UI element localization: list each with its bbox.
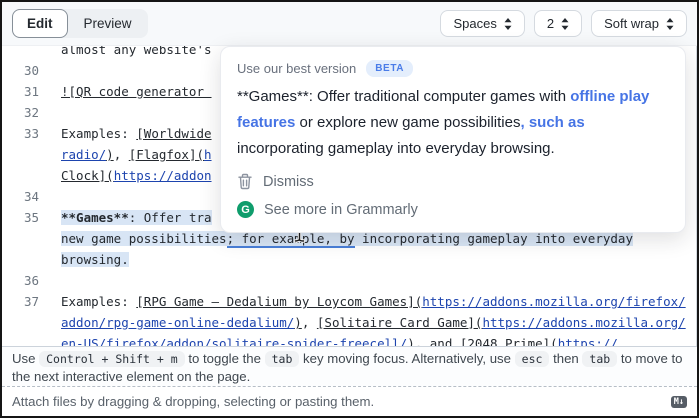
line-content xyxy=(46,270,61,291)
trash-icon xyxy=(237,173,253,190)
line-content: ![QR code generator xyxy=(46,81,212,102)
line-number xyxy=(2,228,46,249)
editor-line[interactable]: 37Examples: [RPG Game – Dedalium by Loyc… xyxy=(2,291,696,312)
wrap-mode-value: Soft wrap xyxy=(604,16,659,31)
line-number xyxy=(2,165,46,186)
line-content: Examples: [RPG Game – Dedalium by Loycom… xyxy=(46,291,686,312)
kbd-chip: Control + Shift + m xyxy=(39,351,185,367)
line-content: browsing. xyxy=(46,249,129,270)
dismiss-button[interactable]: Dismiss xyxy=(237,173,669,190)
markdown-editor-window: Edit Preview Spaces 2 Soft wrap almost a… xyxy=(0,0,699,418)
line-number: 33 xyxy=(2,123,46,144)
line-number xyxy=(2,46,46,60)
line-number xyxy=(2,144,46,165)
grammarly-suggestion-popup: Use our best version BETA **Games**: Off… xyxy=(220,46,686,233)
popup-header: Use our best version BETA xyxy=(237,60,669,77)
accessibility-hint-text: Use Control + Shift + m to toggle the ta… xyxy=(12,350,687,386)
editor-toolbar: Edit Preview Spaces 2 Soft wrap xyxy=(2,2,697,46)
editor-settings: Spaces 2 Soft wrap xyxy=(440,10,687,37)
line-content: en-US/firefox/addon/solitaire-spider-fre… xyxy=(46,333,618,346)
line-number xyxy=(2,249,46,270)
line-number: 37 xyxy=(2,291,46,312)
attach-files-bar: Attach files by dragging & dropping, sel… xyxy=(2,386,697,416)
indent-size-select[interactable]: 2 xyxy=(534,10,582,37)
line-content xyxy=(46,102,61,123)
line-content: addon/rpg-game-online-dedalium/), [Solit… xyxy=(46,312,686,333)
line-content xyxy=(46,60,61,81)
editor-line[interactable]: addon/rpg-game-online-dedalium/), [Solit… xyxy=(2,312,696,333)
line-number: 36 xyxy=(2,270,46,291)
editor-line[interactable]: browsing. xyxy=(2,249,696,270)
editor-line[interactable]: 36 xyxy=(2,270,696,291)
sort-arrows-icon xyxy=(561,18,569,30)
attach-files-label[interactable]: Attach files by dragging & dropping, sel… xyxy=(12,394,374,409)
tab-preview[interactable]: Preview xyxy=(68,10,148,37)
line-content: radio/), [Flagfox](h xyxy=(46,144,212,165)
line-number: 31 xyxy=(2,81,46,102)
see-more-label: See more in Grammarly xyxy=(264,202,418,218)
markdown-icon[interactable]: M↓ xyxy=(671,396,687,408)
line-number xyxy=(2,312,46,333)
line-number: 32 xyxy=(2,102,46,123)
tab-edit[interactable]: Edit xyxy=(12,9,68,38)
indent-mode-value: Spaces xyxy=(453,16,496,31)
dismiss-label: Dismiss xyxy=(263,174,314,190)
see-more-link[interactable]: G See more in Grammarly xyxy=(237,201,669,218)
line-content: **Games**: Offer tra xyxy=(46,207,212,228)
line-number: 30 xyxy=(2,60,46,81)
line-content: almost any website's xyxy=(46,46,212,60)
accessibility-hint-bar: Use Control + Shift + m to toggle the ta… xyxy=(2,346,697,386)
sort-arrows-icon xyxy=(504,18,512,30)
kbd-chip: esc xyxy=(515,351,550,367)
line-content xyxy=(46,186,61,207)
indent-mode-select[interactable]: Spaces xyxy=(440,10,524,37)
grammarly-icon: G xyxy=(237,201,254,218)
line-number xyxy=(2,333,46,346)
kbd-chip: tab xyxy=(582,351,617,367)
edit-preview-tabs: Edit Preview xyxy=(12,9,148,38)
editor-line[interactable]: en-US/firefox/addon/solitaire-spider-fre… xyxy=(2,333,696,346)
line-content: Examples: [Worldwide xyxy=(46,123,212,144)
sort-arrows-icon xyxy=(666,18,674,30)
line-content: Clock](https://addon xyxy=(46,165,212,186)
indent-size-value: 2 xyxy=(547,16,554,31)
line-number: 35 xyxy=(2,207,46,228)
beta-badge: BETA xyxy=(366,60,413,77)
wrap-mode-select[interactable]: Soft wrap xyxy=(591,10,687,37)
suggestion-text: **Games**: Offer traditional computer ga… xyxy=(237,84,669,162)
line-number: 34 xyxy=(2,186,46,207)
popup-title: Use our best version xyxy=(237,61,356,76)
kbd-chip: tab xyxy=(265,351,300,367)
